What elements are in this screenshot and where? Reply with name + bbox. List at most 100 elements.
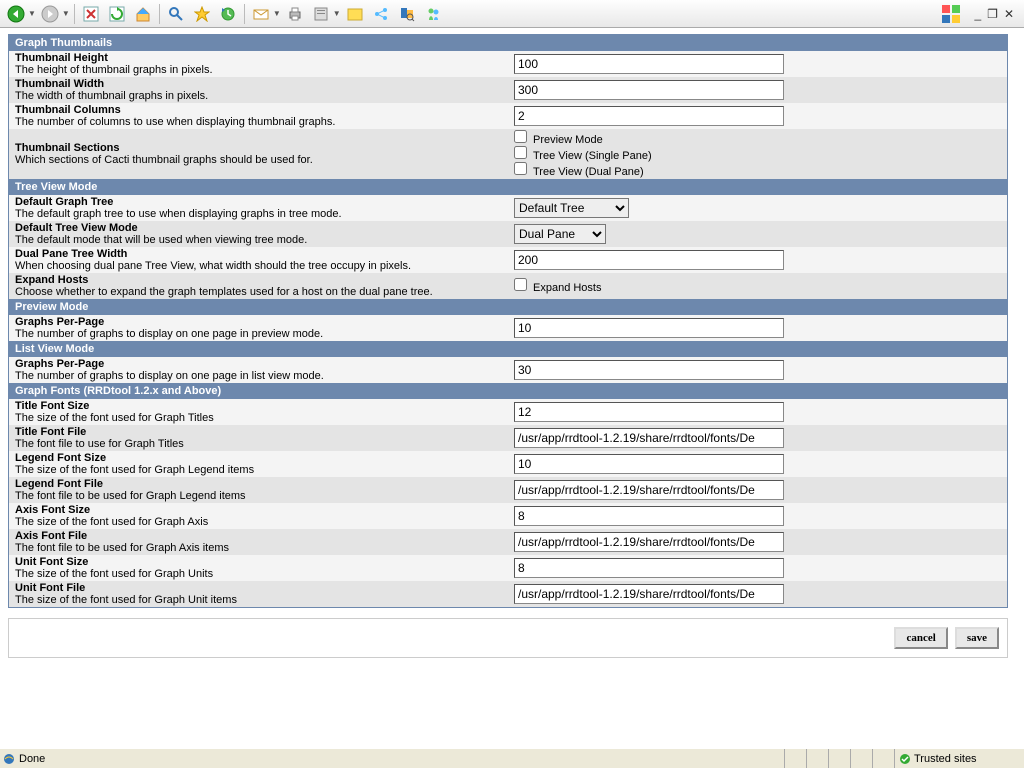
row-thumbnail-width: Thumbnail WidthThe width of thumbnail gr… <box>9 77 1008 103</box>
label-desc: The font file to be used for Graph Axis … <box>15 542 502 554</box>
label-title: Expand Hosts <box>15 274 502 286</box>
label-desc: The size of the font used for Graph Titl… <box>15 412 502 424</box>
settings-table: Graph Thumbnails Thumbnail HeightThe hei… <box>8 34 1008 608</box>
default-graph-tree-select[interactable]: Default Tree <box>514 198 629 218</box>
checkbox-label: Expand Hosts <box>533 282 601 294</box>
save-button[interactable]: save <box>955 627 999 649</box>
share-icon[interactable] <box>369 2 393 26</box>
windows-logo-icon <box>932 0 972 28</box>
label-title: Thumbnail Columns <box>15 104 502 116</box>
thumbnail-height-input[interactable] <box>514 54 784 74</box>
print-icon[interactable] <box>283 2 307 26</box>
minimize-button[interactable]: _ <box>974 7 981 21</box>
tree-view-dual-checkbox[interactable] <box>514 162 527 175</box>
label-title: Default Tree View Mode <box>15 222 502 234</box>
forward-dropdown[interactable]: ▼ <box>62 9 70 18</box>
label-desc: Choose whether to expand the graph templ… <box>15 286 502 298</box>
status-text: Done <box>19 753 45 765</box>
title-font-size-input[interactable] <box>514 402 784 422</box>
unit-font-size-input[interactable] <box>514 558 784 578</box>
legend-font-size-input[interactable] <box>514 454 784 474</box>
row-axis-font-size: Axis Font SizeThe size of the font used … <box>9 503 1008 529</box>
research-icon[interactable] <box>395 2 419 26</box>
section-list-view-mode: List View Mode <box>9 341 1008 357</box>
mail-dropdown[interactable]: ▼ <box>273 9 281 18</box>
row-thumbnail-height: Thumbnail HeightThe height of thumbnail … <box>9 51 1008 77</box>
label-desc: The size of the font used for Graph Unit… <box>15 594 502 606</box>
preview-mode-checkbox[interactable] <box>514 130 527 143</box>
row-expand-hosts: Expand HostsChoose whether to expand the… <box>9 273 1008 299</box>
zone-text: Trusted sites <box>914 753 977 765</box>
label-title: Axis Font Size <box>15 504 502 516</box>
axis-font-size-input[interactable] <box>514 506 784 526</box>
label-title: Thumbnail Height <box>15 52 502 64</box>
expand-hosts-checkbox[interactable] <box>514 278 527 291</box>
forward-icon[interactable] <box>38 2 62 26</box>
label-desc: The number of graphs to display on one p… <box>15 370 502 382</box>
mail-icon[interactable] <box>249 2 273 26</box>
row-unit-font-file: Unit Font FileThe size of the font used … <box>9 581 1008 608</box>
home-icon[interactable] <box>131 2 155 26</box>
refresh-icon[interactable] <box>105 2 129 26</box>
row-default-graph-tree: Default Graph TreeThe default graph tree… <box>9 195 1008 221</box>
checkbox-label: Tree View (Single Pane) <box>533 150 652 162</box>
history-icon[interactable] <box>216 2 240 26</box>
back-dropdown[interactable]: ▼ <box>28 9 36 18</box>
label-title: Legend Font File <box>15 478 502 490</box>
restore-button[interactable]: ❐ <box>987 7 998 21</box>
back-icon[interactable] <box>4 2 28 26</box>
label-desc: When choosing dual pane Tree View, what … <box>15 260 502 272</box>
row-legend-font-file: Legend Font FileThe font file to be used… <box>9 477 1008 503</box>
ie-icon <box>2 752 16 766</box>
row-graphs-per-page-preview: Graphs Per-PageThe number of graphs to d… <box>9 315 1008 341</box>
label-title: Axis Font File <box>15 530 502 542</box>
section-graph-fonts: Graph Fonts (RRDtool 1.2.x and Above) <box>9 383 1008 399</box>
label-title: Title Font Size <box>15 400 502 412</box>
checkbox-label: Tree View (Dual Pane) <box>533 166 644 178</box>
edit-icon[interactable] <box>309 2 333 26</box>
row-title-font-file: Title Font FileThe font file to use for … <box>9 425 1008 451</box>
unit-font-file-input[interactable] <box>514 584 784 604</box>
label-desc: Which sections of Cacti thumbnail graphs… <box>15 154 502 166</box>
messenger-icon[interactable] <box>421 2 445 26</box>
label-title: Graphs Per-Page <box>15 358 502 370</box>
label-desc: The font file to be used for Graph Legen… <box>15 490 502 502</box>
label-title: Thumbnail Sections <box>15 142 502 154</box>
label-title: Thumbnail Width <box>15 78 502 90</box>
status-bar: Done Trusted sites <box>0 748 1024 768</box>
stop-icon[interactable] <box>79 2 103 26</box>
row-axis-font-file: Axis Font FileThe font file to be used f… <box>9 529 1008 555</box>
label-desc: The font file to use for Graph Titles <box>15 438 502 450</box>
label-title: Unit Font File <box>15 582 502 594</box>
label-title: Graphs Per-Page <box>15 316 502 328</box>
row-thumbnail-columns: Thumbnail ColumnsThe number of columns t… <box>9 103 1008 129</box>
graphs-per-page-list-input[interactable] <box>514 360 784 380</box>
section-graph-thumbnails: Graph Thumbnails <box>9 35 1008 52</box>
folder-icon[interactable] <box>343 2 367 26</box>
trusted-icon <box>899 753 911 765</box>
row-unit-font-size: Unit Font SizeThe size of the font used … <box>9 555 1008 581</box>
axis-font-file-input[interactable] <box>514 532 784 552</box>
dual-pane-tree-width-input[interactable] <box>514 250 784 270</box>
thumbnail-width-input[interactable] <box>514 80 784 100</box>
label-desc: The height of thumbnail graphs in pixels… <box>15 64 502 76</box>
label-title: Unit Font Size <box>15 556 502 568</box>
edit-dropdown[interactable]: ▼ <box>333 9 341 18</box>
thumbnail-columns-input[interactable] <box>514 106 784 126</box>
label-desc: The size of the font used for Graph Lege… <box>15 464 502 476</box>
label-desc: The default mode that will be used when … <box>15 234 502 246</box>
close-button[interactable]: ✕ <box>1004 7 1014 21</box>
row-dual-pane-tree-width: Dual Pane Tree WidthWhen choosing dual p… <box>9 247 1008 273</box>
label-desc: The default graph tree to use when displ… <box>15 208 502 220</box>
title-font-file-input[interactable] <box>514 428 784 448</box>
row-thumbnail-sections: Thumbnail SectionsWhich sections of Cact… <box>9 129 1008 179</box>
graphs-per-page-preview-input[interactable] <box>514 318 784 338</box>
cancel-button[interactable]: cancel <box>894 627 947 649</box>
search-icon[interactable] <box>164 2 188 26</box>
default-tree-view-mode-select[interactable]: Dual Pane <box>514 224 606 244</box>
tree-view-single-checkbox[interactable] <box>514 146 527 159</box>
favorites-icon[interactable] <box>190 2 214 26</box>
label-desc: The size of the font used for Graph Unit… <box>15 568 502 580</box>
label-title: Dual Pane Tree Width <box>15 248 502 260</box>
legend-font-file-input[interactable] <box>514 480 784 500</box>
